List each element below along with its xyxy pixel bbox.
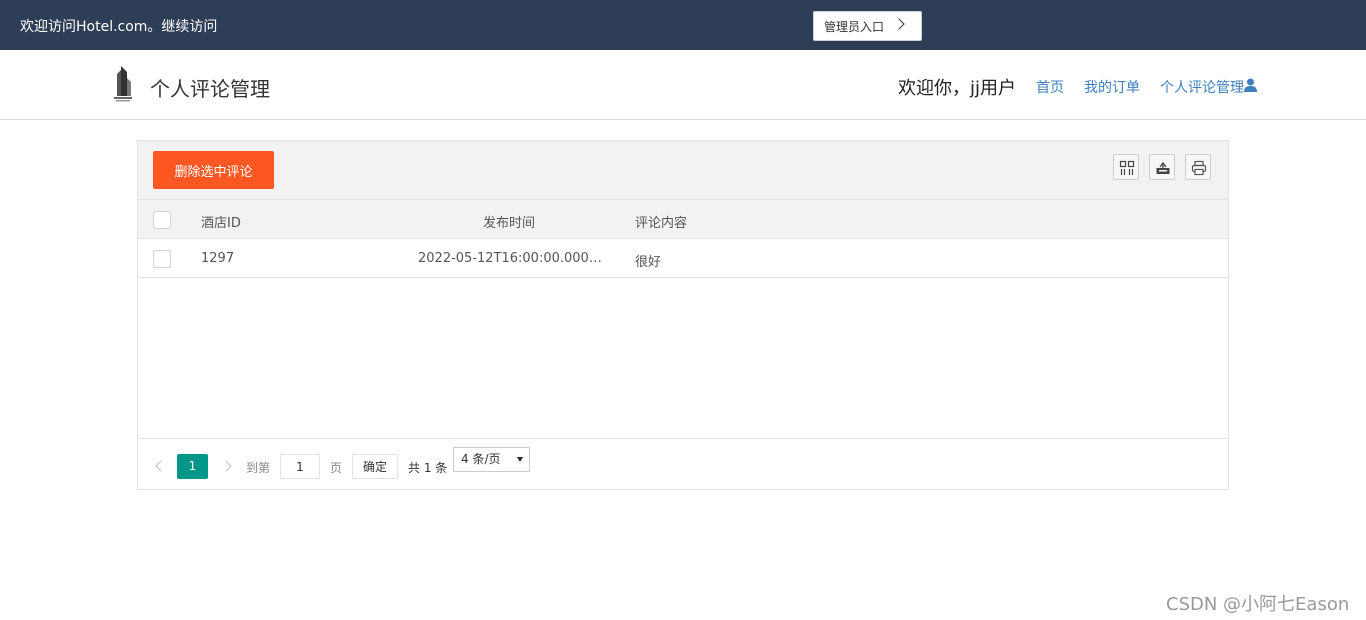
watermark: CSDN @小阿七Eason (1166, 594, 1350, 615)
page-size-value: 4 条/页 (461, 452, 501, 466)
dropdown-arrow-icon (517, 457, 523, 462)
column-hotel-id[interactable]: 酒店ID (201, 212, 241, 231)
page-title: 个人评论管理 (150, 77, 270, 101)
goto-label: 到第 (246, 461, 271, 475)
nav-my-comments-link[interactable]: 个人评论管理 (1160, 77, 1244, 97)
nav-home-link[interactable]: 首页 (1036, 77, 1064, 97)
current-page-button[interactable]: 1 (177, 454, 208, 479)
comments-table-panel: 删除选中评论 酒店ID 发布时间 评论内容 1297 2022-05-12T16… (137, 140, 1229, 490)
table-toolbar: 删除选中评论 (138, 141, 1228, 200)
top-bar: 欢迎访问Hotel.com。继续访问 管理员入口 (0, 0, 1366, 50)
cell-comment-content: 很好 (635, 255, 662, 270)
cell-hotel-id: 1297 (201, 251, 235, 266)
row-checkbox[interactable] (153, 250, 171, 268)
nav-my-orders-link[interactable]: 我的订单 (1084, 77, 1140, 97)
user-greeting: 欢迎你，jj用户 (898, 78, 1017, 99)
hotel-building-logo (114, 66, 132, 102)
page-label: 页 (330, 461, 343, 475)
chevron-right-icon (893, 18, 905, 30)
print-icon[interactable] (1185, 154, 1211, 180)
welcome-text: 欢迎访问Hotel.com。继续访问 (20, 19, 218, 35)
next-page-icon[interactable] (220, 460, 232, 472)
select-all-checkbox[interactable] (153, 211, 171, 229)
total-count: 共 1 条 (408, 461, 448, 475)
export-icon[interactable] (1149, 154, 1175, 180)
page-size-select[interactable]: 4 条/页 (453, 447, 530, 472)
cell-publish-time: 2022-05-12T16:00:00.000+... (418, 251, 604, 266)
column-comment-content[interactable]: 评论内容 (635, 212, 687, 231)
admin-entry-label: 管理员入口 (824, 19, 885, 34)
admin-entry-button[interactable]: 管理员入口 (813, 11, 922, 41)
column-publish-time[interactable]: 发布时间 (483, 212, 535, 231)
pagination: 1 到第 页 确定 共 1 条 4 条/页 (138, 438, 1228, 490)
prev-page-icon[interactable] (155, 460, 167, 472)
table-header: 酒店ID 发布时间 评论内容 (138, 200, 1228, 239)
user-icon[interactable] (1244, 78, 1257, 92)
columns-icon[interactable] (1113, 154, 1139, 180)
page-number-input[interactable] (280, 454, 320, 479)
page-header: 个人评论管理 欢迎你，jj用户 首页 我的订单 个人评论管理 (0, 50, 1366, 120)
table-row[interactable]: 1297 2022-05-12T16:00:00.000+... 很好 (138, 239, 1228, 278)
delete-selected-button[interactable]: 删除选中评论 (153, 151, 274, 189)
goto-confirm-button[interactable]: 确定 (352, 454, 398, 479)
